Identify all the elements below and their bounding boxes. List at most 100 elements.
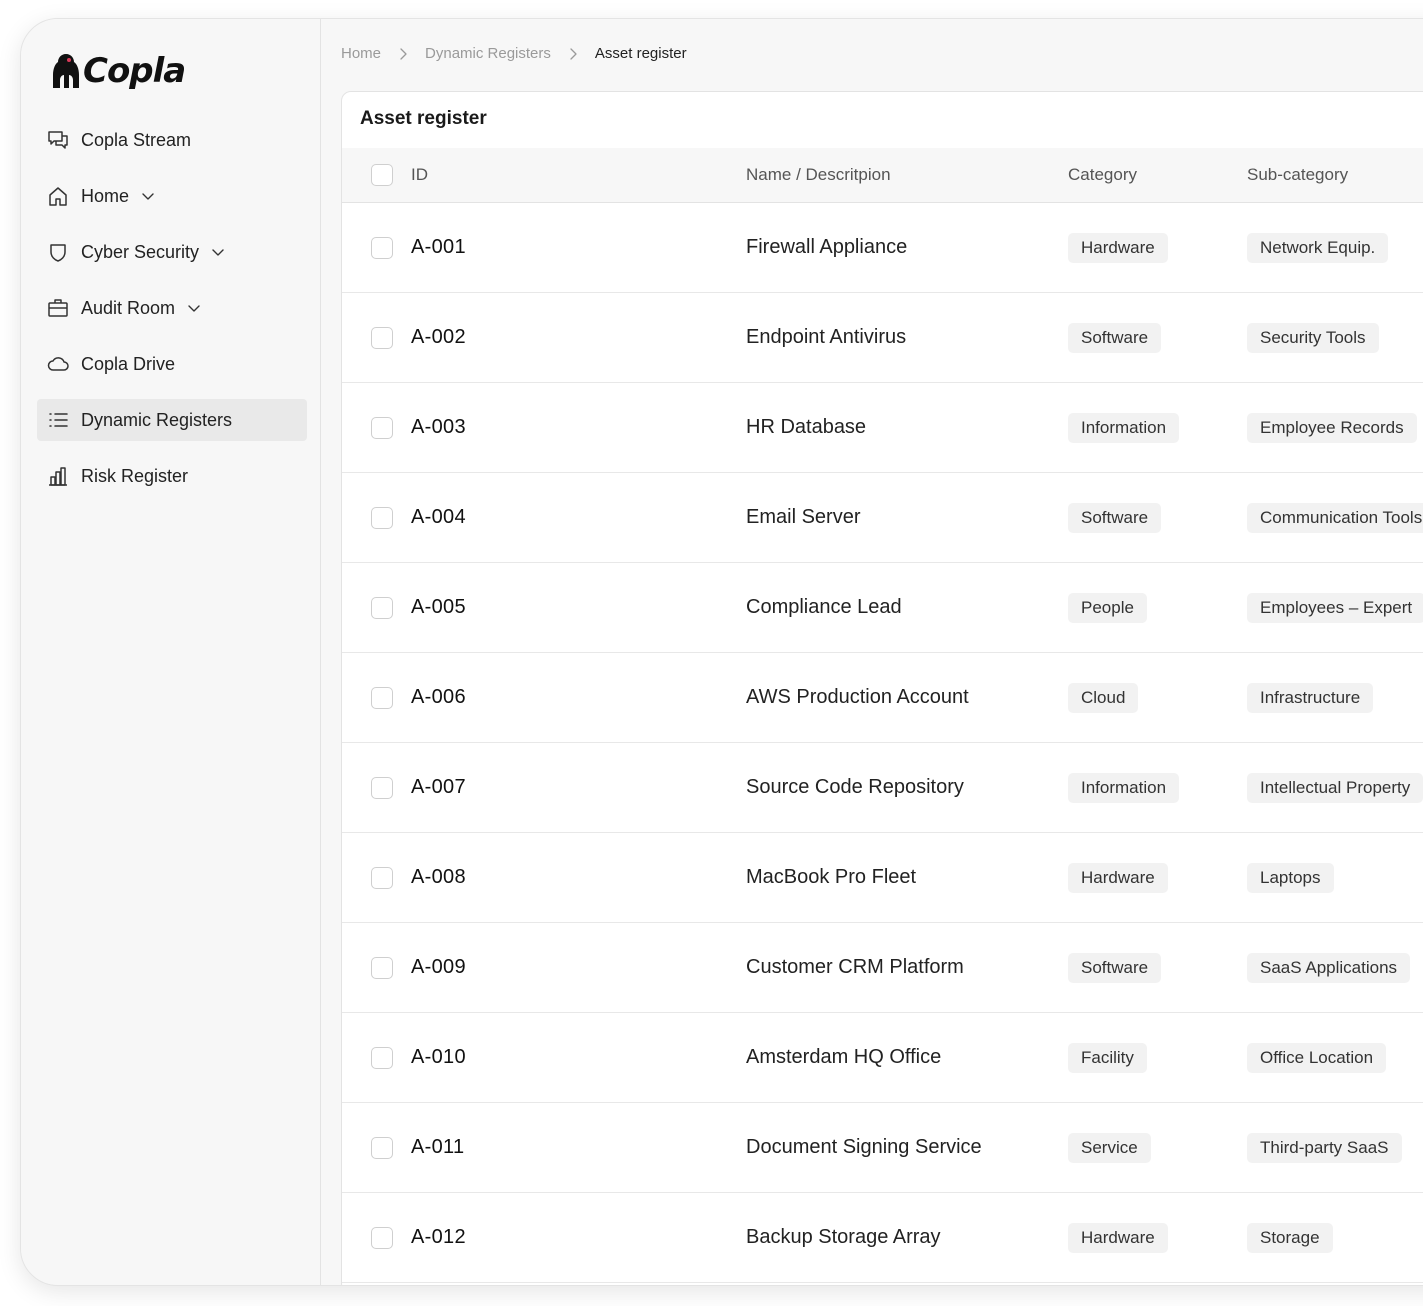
category-badge: Information — [1068, 412, 1180, 443]
chevron-down-icon[interactable] — [211, 245, 225, 259]
row-checkbox[interactable] — [371, 956, 393, 979]
list-icon — [47, 409, 69, 431]
row-checkbox[interactable] — [371, 236, 393, 259]
category-cell: Software — [1068, 293, 1162, 382]
sidebar-item-label: Home — [81, 185, 130, 206]
cloud-icon — [47, 353, 69, 375]
table-row[interactable]: A-004 Email Server Software Communication T… — [342, 473, 1423, 563]
asset-id: A-001 — [411, 236, 466, 258]
sidebar-item-cyber-security[interactable]: Cyber Security — [37, 231, 307, 273]
sidebar-item-label: Copla Drive — [81, 353, 176, 374]
category-badge: Facility — [1068, 1042, 1147, 1073]
table-row[interactable]: A-007 Source Code Repository Information In… — [342, 743, 1423, 833]
category-badge: Software — [1068, 502, 1162, 533]
sidebar-item-dynamic-registers[interactable]: Dynamic Registers — [37, 399, 307, 441]
category-badge: Hardware — [1068, 862, 1168, 893]
table-row[interactable]: A-003 HR Database Information Employee Reco… — [342, 383, 1423, 473]
category-badge: Hardware — [1068, 232, 1168, 263]
row-select-cell — [371, 743, 393, 832]
row-checkbox[interactable] — [371, 866, 393, 889]
breadcrumb: Home Dynamic Registers Asset register — [341, 45, 687, 62]
category-badge: Software — [1068, 952, 1162, 983]
category-cell: Hardware — [1068, 203, 1168, 292]
breadcrumb-item-dynamic-registers[interactable]: Dynamic Registers — [425, 45, 551, 62]
table-row[interactable]: A-009 Customer CRM Platform Software SaaS A… — [342, 923, 1423, 1013]
brand-logo[interactable]: Copla — [51, 49, 186, 93]
gorilla-logo-icon — [53, 54, 79, 88]
row-checkbox[interactable] — [371, 1136, 393, 1159]
table-row[interactable]: A-011 Document Signing Service Service Thir… — [342, 1103, 1423, 1193]
select-all-checkbox[interactable] — [371, 164, 393, 186]
row-select-cell — [371, 203, 393, 292]
chevron-right-icon — [567, 47, 579, 60]
table-row[interactable]: A-002 Endpoint Antivirus Software Security … — [342, 293, 1423, 383]
main-content: Home Dynamic Registers Asset register Asse… — [321, 19, 1423, 1285]
table-row[interactable]: A-008 MacBook Pro Fleet Hardware Laptops — [342, 833, 1423, 923]
sidebar-item-risk-register[interactable]: Risk Register — [37, 455, 307, 497]
category-cell: Cloud — [1068, 653, 1139, 742]
row-select-cell — [371, 923, 393, 1012]
asset-name: Customer CRM Platform — [746, 956, 964, 978]
table-row[interactable]: A-012 Backup Storage Array Hardware Storage — [342, 1193, 1423, 1283]
app-window: Copla Copla Stream Home Cyber Security Audi… — [20, 18, 1423, 1286]
row-select-cell — [371, 473, 393, 562]
asset-name: Source Code Repository — [746, 776, 964, 798]
table-row[interactable]: A-001 Firewall Appliance Hardware Network E… — [342, 203, 1423, 293]
asset-id: A-010 — [411, 1046, 466, 1068]
table-body: A-001 Firewall Appliance Hardware Network E… — [342, 203, 1423, 1283]
asset-name: Email Server — [746, 506, 861, 528]
sidebar-nav: Copla Stream Home Cyber Security Audit Room… — [37, 119, 307, 511]
subcategory-badge: Network Equip. — [1247, 232, 1389, 263]
asset-id: A-004 — [411, 506, 466, 528]
column-header-subcategory[interactable]: Sub-category — [1247, 148, 1348, 202]
asset-id: A-006 — [411, 686, 466, 708]
sidebar-item-audit-room[interactable]: Audit Room — [37, 287, 307, 329]
category-cell: Service — [1068, 1103, 1151, 1192]
row-checkbox[interactable] — [371, 686, 393, 709]
column-header-id[interactable]: ID — [411, 148, 428, 202]
bar-chart-icon — [47, 465, 69, 487]
subcategory-cell: Third-party SaaS — [1247, 1103, 1402, 1192]
row-checkbox[interactable] — [371, 416, 393, 439]
subcategory-badge: SaaS Applications — [1247, 952, 1411, 983]
row-checkbox[interactable] — [371, 506, 393, 529]
sidebar-item-copla-stream[interactable]: Copla Stream — [37, 119, 307, 161]
subcategory-badge: Laptops — [1247, 862, 1334, 893]
breadcrumb-item-home[interactable]: Home — [341, 45, 381, 62]
chevron-down-icon[interactable] — [141, 189, 155, 203]
column-header-name[interactable]: Name / Descritpion — [746, 148, 891, 202]
sidebar-item-label: Cyber Security — [81, 241, 200, 262]
home-icon — [47, 185, 69, 207]
sidebar-item-home[interactable]: Home — [37, 175, 307, 217]
category-badge: Software — [1068, 322, 1162, 353]
row-checkbox[interactable] — [371, 326, 393, 349]
asset-id: A-005 — [411, 596, 466, 618]
row-checkbox[interactable] — [371, 776, 393, 799]
asset-id: A-007 — [411, 776, 466, 798]
chevron-down-icon[interactable] — [187, 301, 201, 315]
subcategory-cell: Storage — [1247, 1193, 1333, 1282]
subcategory-badge: Third-party SaaS — [1247, 1132, 1402, 1163]
row-checkbox[interactable] — [371, 1226, 393, 1249]
select-all-cell — [371, 148, 393, 202]
row-checkbox[interactable] — [371, 1046, 393, 1069]
category-badge: Information — [1068, 772, 1180, 803]
asset-name: AWS Production Account — [746, 686, 969, 708]
subcategory-cell: SaaS Applications — [1247, 923, 1411, 1012]
table-row[interactable]: A-005 Compliance Lead People Employees – Ex… — [342, 563, 1423, 653]
asset-name: Firewall Appliance — [746, 236, 908, 258]
asset-name: MacBook Pro Fleet — [746, 866, 917, 888]
table-row[interactable]: A-010 Amsterdam HQ Office Facility Office L… — [342, 1013, 1423, 1103]
asset-id: A-012 — [411, 1226, 466, 1248]
category-cell: Facility — [1068, 1013, 1147, 1102]
table-row[interactable]: A-006 AWS Production Account Cloud Infrastr… — [342, 653, 1423, 743]
sidebar: Copla Copla Stream Home Cyber Security Audi… — [21, 19, 321, 1285]
category-badge: People — [1068, 592, 1147, 623]
category-cell: Information — [1068, 743, 1180, 832]
column-header-category[interactable]: Category — [1068, 148, 1137, 202]
sidebar-item-copla-drive[interactable]: Copla Drive — [37, 343, 307, 385]
row-select-cell — [371, 1013, 393, 1102]
subcategory-cell: Employees – Expert — [1247, 563, 1423, 652]
subcategory-cell: Network Equip. — [1247, 203, 1389, 292]
row-checkbox[interactable] — [371, 596, 393, 619]
